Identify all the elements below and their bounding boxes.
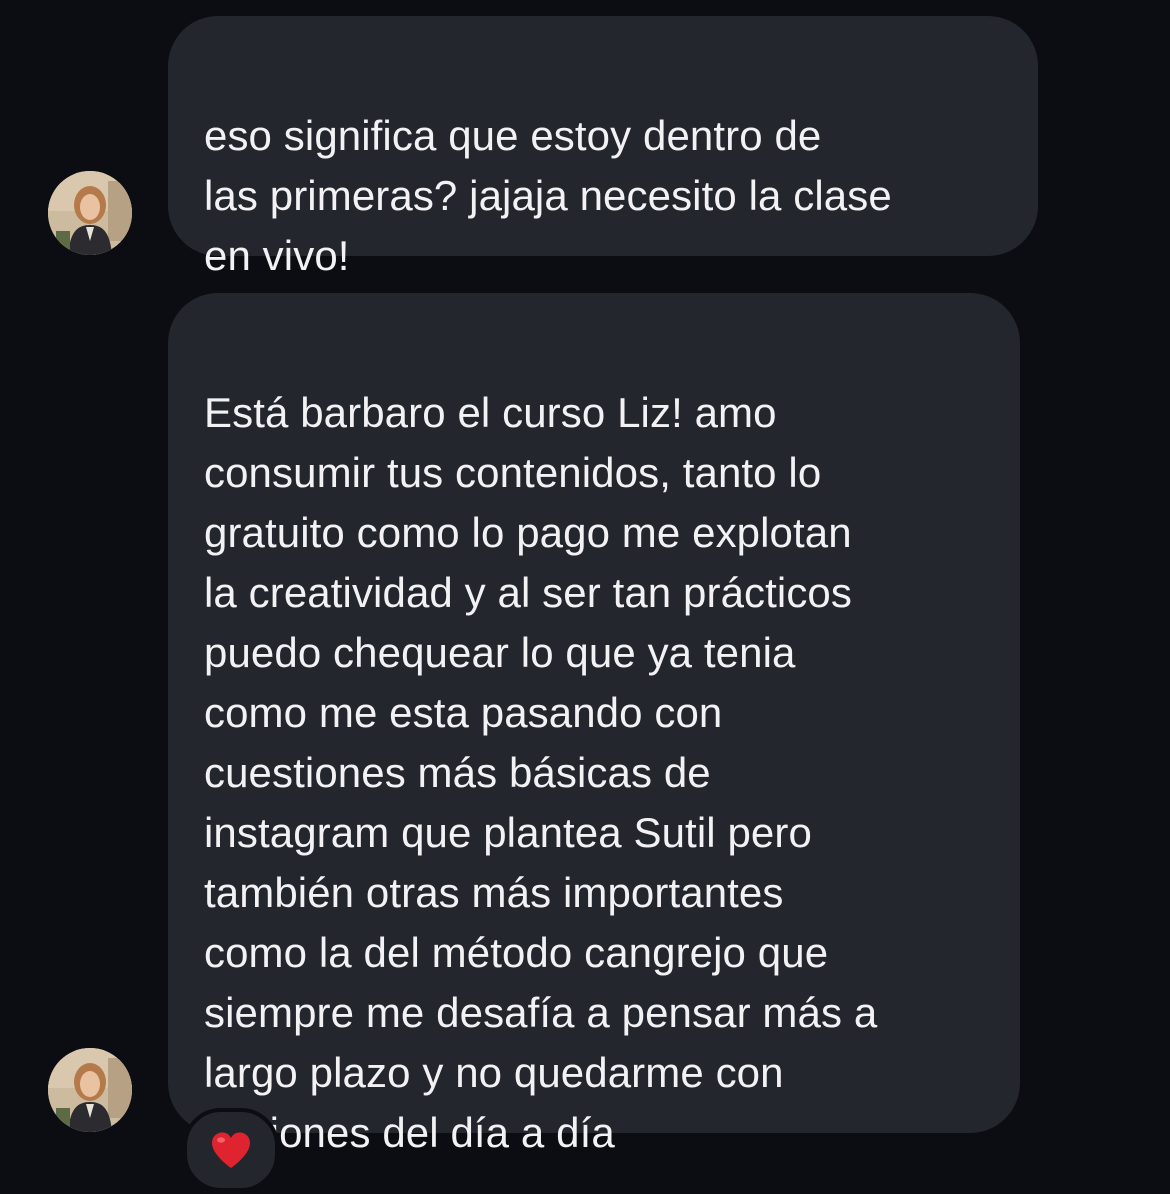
message-text: eso significa que estoy dentro de las pr… — [204, 112, 892, 279]
reaction-badge[interactable] — [183, 1108, 279, 1192]
avatar-photo-icon — [48, 171, 132, 255]
heart-icon — [212, 1132, 250, 1168]
sender-avatar[interactable] — [48, 1048, 132, 1132]
message-thread: eso significa que estoy dentro de las pr… — [0, 0, 1170, 1194]
message-text: Está barbaro el curso Liz! amo consumir … — [204, 389, 878, 1156]
message-bubble[interactable]: Está barbaro el curso Liz! amo consumir … — [168, 293, 1020, 1156]
sender-avatar[interactable] — [48, 171, 132, 255]
avatar-photo-icon — [48, 1048, 132, 1132]
message-bubble[interactable]: eso significa que estoy dentro de las pr… — [168, 16, 1038, 279]
